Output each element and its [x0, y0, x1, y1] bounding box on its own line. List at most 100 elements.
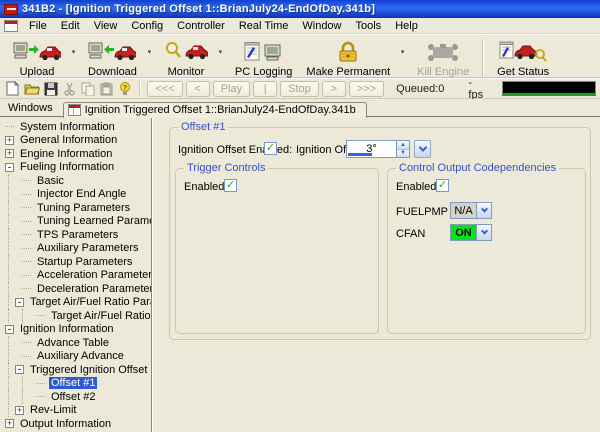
expander-icon[interactable] — [5, 419, 14, 428]
download-button[interactable]: Download — [81, 37, 144, 80]
play-button[interactable]: Play — [213, 81, 250, 97]
stop-button[interactable]: Stop — [280, 81, 319, 97]
tree-item-advance-table[interactable]: Advance Table — [0, 336, 151, 350]
cfan-dropdown-arrow[interactable] — [476, 225, 491, 240]
kill-engine-button: Kill Engine — [410, 37, 476, 80]
step-back-button[interactable]: < — [186, 81, 210, 97]
tree-item-system-information[interactable]: System Information — [0, 120, 151, 134]
tree-item-tuning-parameters[interactable]: Tuning Parameters — [0, 201, 151, 215]
menu-tools[interactable]: Tools — [349, 19, 389, 33]
pc-logging-button[interactable]: PC Logging — [228, 37, 300, 80]
tree-item-fueling-information[interactable]: Fueling Information — [0, 161, 151, 175]
tree-item-ignition-information[interactable]: Ignition Information — [0, 323, 151, 337]
menu-controller[interactable]: Controller — [170, 19, 232, 33]
tree-item-injector-end-angle[interactable]: Injector End Angle — [0, 188, 151, 202]
paste-icon — [98, 80, 115, 97]
pc-logging-icon — [243, 39, 285, 65]
ignition-offset-enabled-checkbox[interactable] — [264, 142, 277, 155]
help-tips-icon[interactable]: ? — [117, 80, 134, 97]
menu-config[interactable]: Config — [124, 19, 170, 33]
mdi-child-icon[interactable] — [4, 20, 18, 32]
tree-item-tuning-learned-parameters[interactable]: Tuning Learned Parameters — [0, 215, 151, 229]
content-area: System Information General Information E… — [0, 116, 600, 432]
tree-item-acceleration-parameters[interactable]: Acceleration Parameters — [0, 269, 151, 283]
expander-icon[interactable] — [5, 163, 14, 172]
log-transport-controls: <<< < Play | Stop > >>> — [147, 81, 384, 97]
comm-activity-bar — [502, 81, 596, 96]
make-permanent-button[interactable]: Make Permanent — [299, 37, 397, 80]
download-dropdown-arrow[interactable]: ▾ — [144, 39, 155, 65]
ignition-offset-field[interactable]: 3° — [346, 140, 396, 158]
tree-item-deceleration-parameters[interactable]: Deceleration Parameters — [0, 282, 151, 296]
tree-item-triggered-ignition-offset[interactable]: Triggered Ignition Offset — [0, 363, 151, 377]
cut-icon — [61, 80, 78, 97]
tree-item-engine-information[interactable]: Engine Information — [0, 147, 151, 161]
tree-item-auxiliary-advance[interactable]: Auxiliary Advance — [0, 350, 151, 364]
expander-icon[interactable] — [5, 325, 14, 334]
navigation-tree: System Information General Information E… — [0, 117, 152, 432]
download-label: Download — [88, 66, 137, 78]
make-permanent-dropdown-arrow[interactable]: ▾ — [397, 39, 408, 65]
monitor-dropdown-arrow[interactable]: ▾ — [215, 39, 226, 65]
tree-item-startup-parameters[interactable]: Startup Parameters — [0, 255, 151, 269]
tree-item-basic[interactable]: Basic — [0, 174, 151, 188]
codep-enabled-label: Enabled: — [396, 181, 439, 193]
tree-item-target-afr-table[interactable]: Target Air/Fuel Ratio Table — [0, 309, 151, 323]
menu-view[interactable]: View — [87, 19, 125, 33]
save-icon[interactable] — [43, 80, 60, 97]
fuelpmp-label: FUELPMP — [396, 206, 448, 218]
expander-icon[interactable] — [15, 365, 24, 374]
tab-label: Ignition Triggered Offset 1::BrianJuly24… — [85, 104, 356, 116]
tree-item-offset-1[interactable]: Offset #1 — [0, 377, 151, 391]
expander-icon[interactable] — [15, 406, 24, 415]
tree-item-tps-parameters[interactable]: TPS Parameters — [0, 228, 151, 242]
padlock-icon — [335, 39, 361, 65]
queued-count: Queued:0 — [396, 83, 444, 95]
cfan-select[interactable]: ON — [450, 224, 492, 241]
get-status-label: Get Status — [497, 66, 549, 78]
get-status-button[interactable]: Get Status — [490, 37, 556, 80]
expander-icon[interactable] — [5, 136, 14, 145]
tab-ignition-triggered-offset-1[interactable]: Ignition Triggered Offset 1::BrianJuly24… — [63, 102, 367, 118]
expander-icon[interactable] — [5, 149, 14, 158]
trigger-enabled-checkbox[interactable] — [224, 179, 237, 192]
expander-icon[interactable] — [15, 298, 24, 307]
trigger-controls-group: Trigger Controls Enabled: — [175, 168, 379, 334]
menu-edit[interactable]: Edit — [54, 19, 87, 33]
tree-item-auxiliary-parameters[interactable]: Auxiliary Parameters — [0, 242, 151, 256]
monitor-button[interactable]: Monitor — [157, 37, 215, 80]
chevron-down-icon — [480, 228, 487, 235]
pause-button[interactable]: | — [253, 81, 277, 97]
tree-item-target-afr-parameters[interactable]: Target Air/Fuel Ratio Parameters — [0, 296, 151, 310]
fuelpmp-value: N/A — [451, 203, 476, 218]
monitor-icon — [164, 39, 208, 65]
upload-button[interactable]: Upload — [6, 37, 68, 80]
menu-real-time[interactable]: Real Time — [232, 19, 296, 33]
ignition-offset-spinner: 3° ▲ ▼ — [346, 140, 431, 158]
tree-item-rev-limit[interactable]: Rev-Limit — [0, 404, 151, 418]
kill-engine-icon — [423, 39, 463, 65]
tree-item-offset-2[interactable]: Offset #2 — [0, 390, 151, 404]
menu-window[interactable]: Window — [295, 19, 348, 33]
forward-fast-button[interactable]: >>> — [349, 81, 384, 97]
toolbar-separator — [482, 39, 484, 77]
upload-dropdown-arrow[interactable]: ▾ — [68, 39, 79, 65]
rewind-fast-button[interactable]: <<< — [147, 81, 182, 97]
tree-item-output-information[interactable]: Output Information — [0, 417, 151, 431]
fuelpmp-select[interactable]: N/A — [450, 202, 492, 219]
window-title: 341B2 - [Ignition Triggered Offset 1::Br… — [22, 3, 375, 15]
step-forward-button[interactable]: > — [322, 81, 346, 97]
ignition-offset-dropdown-button[interactable] — [414, 140, 431, 158]
open-folder-icon[interactable] — [23, 80, 41, 97]
chevron-down-icon — [480, 206, 487, 213]
menu-help[interactable]: Help — [388, 19, 425, 33]
fuelpmp-dropdown-arrow[interactable] — [476, 203, 491, 218]
new-document-icon[interactable] — [4, 80, 21, 97]
spin-down-button[interactable]: ▼ — [397, 150, 409, 158]
menu-file[interactable]: File — [22, 19, 54, 33]
tree-item-general-information[interactable]: General Information — [0, 134, 151, 148]
svg-text:?: ? — [123, 85, 127, 92]
spin-up-button[interactable]: ▲ — [397, 141, 409, 150]
codep-enabled-checkbox[interactable] — [436, 179, 449, 192]
title-bar: 341B2 - [Ignition Triggered Offset 1::Br… — [0, 0, 600, 18]
